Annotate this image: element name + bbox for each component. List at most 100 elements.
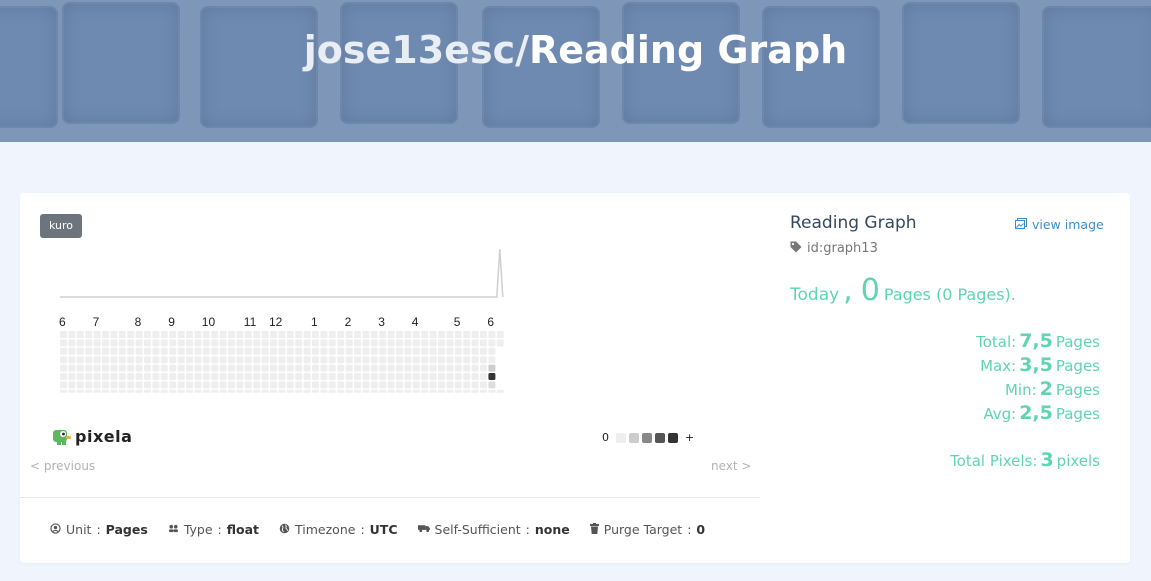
pixel-cell[interactable] [169,381,177,389]
pixel-cell[interactable] [345,373,353,380]
pixel-cell[interactable] [211,356,219,364]
pixel-cell[interactable] [320,331,328,338]
pixel-cell[interactable] [135,339,143,347]
pixel-cell[interactable] [186,364,193,372]
pixel-cell[interactable] [202,373,210,380]
pixel-cell[interactable] [286,347,294,355]
pixel-cell[interactable] [110,381,118,389]
pixel-cell[interactable] [253,373,261,380]
pixel-cell[interactable] [68,347,76,355]
pixel-cell[interactable] [320,381,328,389]
pixel-cell[interactable] [202,364,210,372]
pixel-cell[interactable] [404,381,412,389]
pixel-cell[interactable] [471,356,479,364]
pixel-cell[interactable] [454,373,462,380]
pixel-cell[interactable] [471,331,479,338]
pixel-cell[interactable] [286,381,294,389]
pixel-cell[interactable] [135,347,143,355]
pixel-cell[interactable] [194,339,202,347]
pixel-cell[interactable] [421,331,429,338]
pixel-cell[interactable] [169,373,177,380]
pixel-cell[interactable] [127,373,135,380]
pixel-cell[interactable] [144,364,151,372]
pixel-cell[interactable] [337,381,345,389]
pixel-cell[interactable] [396,373,403,380]
pixel-cell[interactable] [295,339,303,347]
pixel-cell[interactable] [228,331,235,338]
pixel-cell[interactable] [387,347,395,355]
pixel-cell[interactable] [303,373,311,380]
pixel-cell[interactable] [102,364,109,372]
pixel-cell[interactable] [177,356,185,364]
pixel-cell[interactable] [404,356,412,364]
pixel-cell[interactable] [312,373,319,380]
pixel-cell[interactable] [76,331,84,338]
pixel-cell[interactable] [421,364,429,372]
pixel-cell[interactable] [177,373,185,380]
pixel-cell[interactable] [152,331,160,338]
pixel-cell[interactable] [219,347,227,355]
pixel-cell[interactable] [160,364,168,372]
pixel-cell[interactable] [160,339,168,347]
pixel-cell[interactable] [118,339,126,347]
pixel-cell[interactable] [412,331,420,338]
pixel-cell[interactable] [328,331,336,338]
pixel-cell[interactable] [261,364,269,372]
pixel-cell[interactable] [295,347,303,355]
pixel-cell[interactable] [286,364,294,372]
pixel-cell[interactable] [135,331,143,338]
pixel-cell[interactable] [370,356,378,364]
pixel-cell[interactable] [488,347,496,355]
pixel-cell[interactable] [396,347,403,355]
pixel-cell[interactable] [362,373,370,380]
pixel-cell[interactable] [160,381,168,389]
pixel-cell[interactable] [244,339,252,347]
pixel-cell[interactable] [429,347,437,355]
pixel-cell[interactable] [244,364,252,372]
pixel-cell[interactable] [337,373,345,380]
pixel-cell[interactable] [370,347,378,355]
pixel-cell[interactable] [93,381,101,389]
pixel-cell[interactable] [219,339,227,347]
pixel-cell[interactable] [345,381,353,389]
pixel-cell[interactable] [244,373,252,380]
pixel-cell[interactable] [303,331,311,338]
pixel-cell[interactable] [362,381,370,389]
pixel-cell[interactable] [236,331,244,338]
pixel-cell[interactable] [118,364,126,372]
pixel-cell[interactable] [328,356,336,364]
pixel-cell[interactable] [354,373,361,380]
pixel-cell[interactable] [219,331,227,338]
pixel-cell[interactable] [345,364,353,372]
pixel-cell[interactable] [303,356,311,364]
pixel-cell[interactable] [429,373,437,380]
pixel-cell[interactable] [278,339,286,347]
pixel-cell[interactable] [127,356,135,364]
pixel-cell[interactable] [60,364,67,372]
pixel-cell[interactable] [412,347,420,355]
pixel-cell[interactable] [404,339,412,347]
pixel-cell[interactable] [463,356,471,364]
pixel-cell[interactable] [236,373,244,380]
pixel-cell[interactable] [211,373,219,380]
pixel-cell[interactable] [253,364,261,372]
pixel-cell[interactable] [93,331,101,338]
pixel-cell[interactable] [194,347,202,355]
pixel-cell[interactable] [102,356,109,364]
pixel-cell[interactable] [421,347,429,355]
pixel-cell[interactable] [102,339,109,347]
pixel-cell[interactable] [270,339,277,347]
pixel-cell[interactable] [295,381,303,389]
pixel-cell[interactable] [135,381,143,389]
pixel-cell[interactable] [412,339,420,347]
pixel-cell[interactable] [446,364,454,372]
pixel-cell[interactable] [362,339,370,347]
pixel-cell[interactable] [244,356,252,364]
pixel-cell[interactable] [438,331,445,338]
pixel-cell[interactable] [471,364,479,372]
pixel-cell[interactable] [303,339,311,347]
pixel-cell[interactable] [404,347,412,355]
pixel-cell[interactable] [480,381,487,389]
pixel-cell[interactable] [169,339,177,347]
pixel-cell[interactable] [454,347,462,355]
